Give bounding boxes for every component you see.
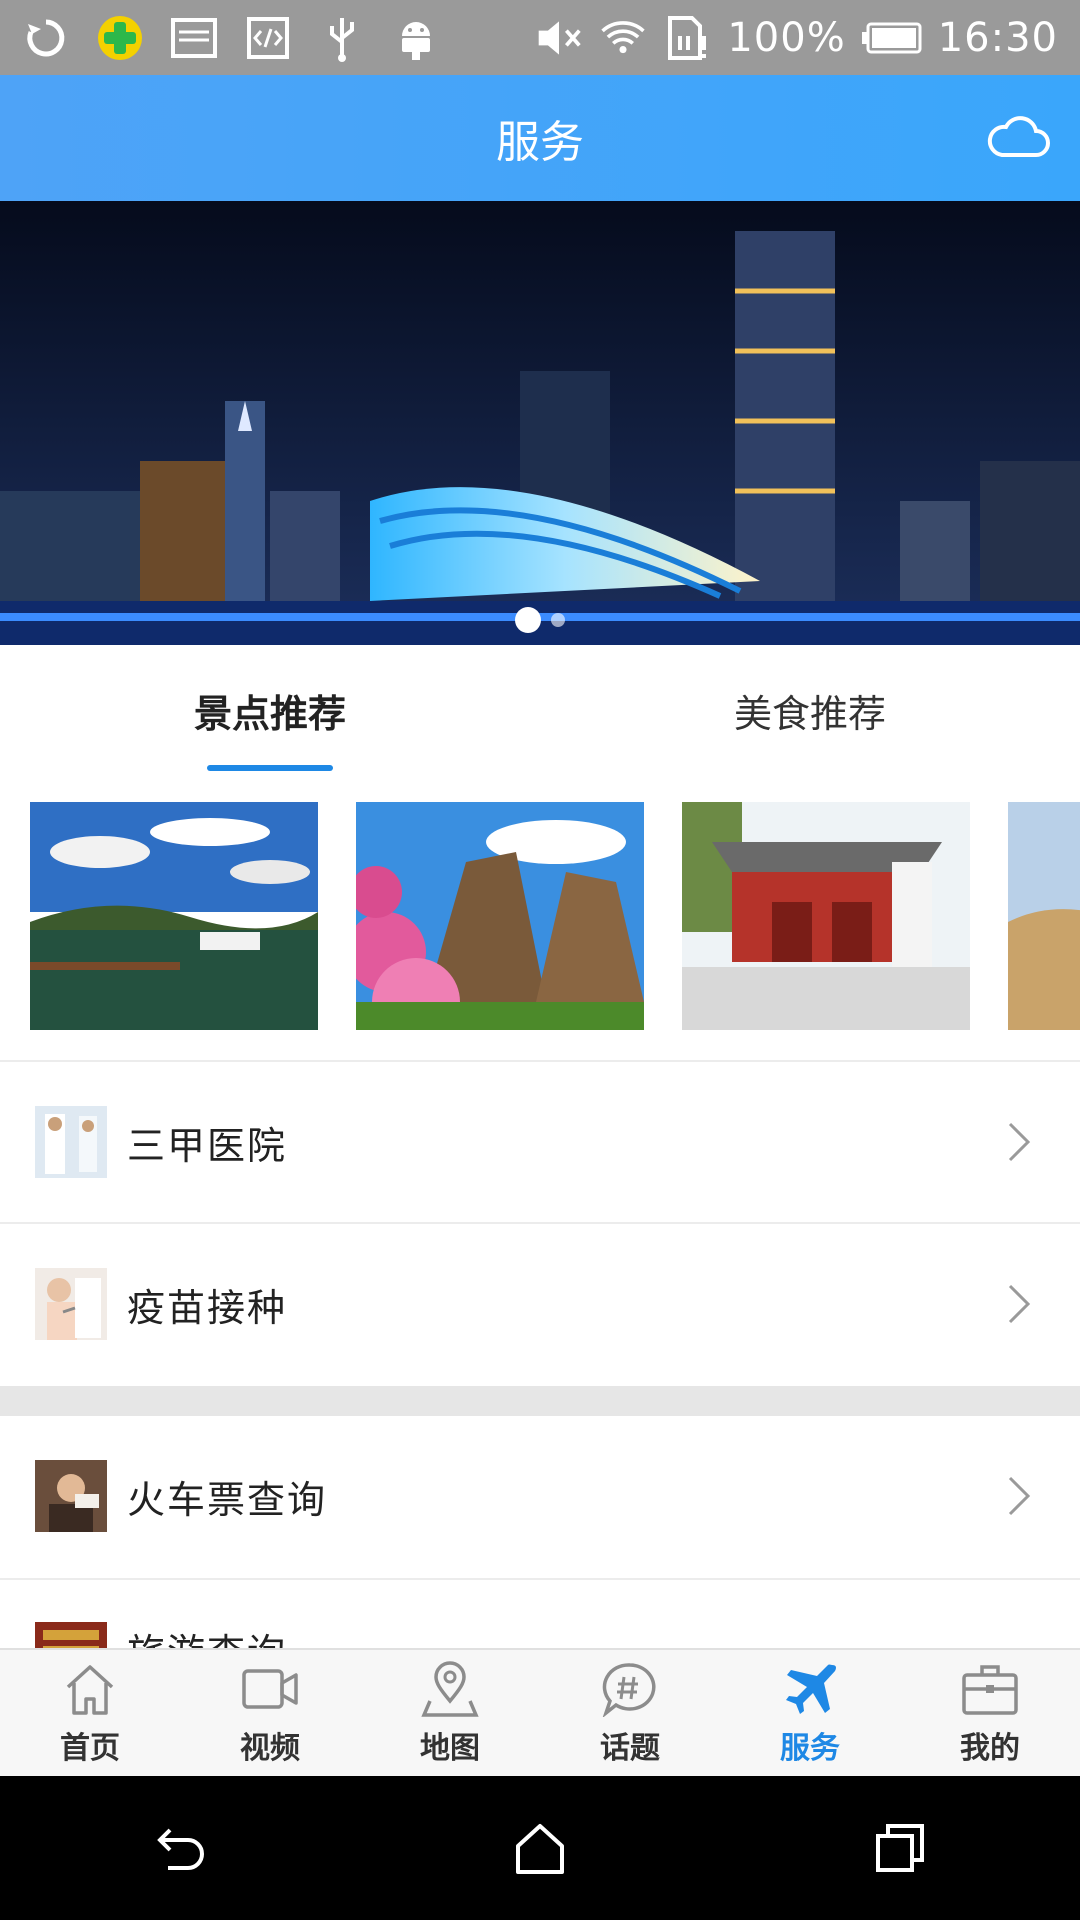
header-bar: 服务 (0, 75, 1080, 201)
cloud-icon[interactable] (986, 113, 1050, 161)
home-system-icon[interactable] (510, 1818, 570, 1878)
nav-label: 我的 (960, 1731, 1020, 1766)
list-item-train-ticket[interactable]: 火车票查询 (0, 1416, 1080, 1576)
carousel-dot-active[interactable] (515, 607, 541, 633)
chevron-right-icon (1008, 1284, 1031, 1324)
back-icon[interactable] (150, 1818, 210, 1878)
list-item-travel[interactable]: 旅游查询 (0, 1580, 1080, 1648)
scenic-spot-carousel[interactable] (30, 802, 1080, 1030)
scenic-spot-card[interactable] (1008, 802, 1080, 1030)
status-bar: 100% 16:30 (0, 0, 1080, 75)
recent-apps-icon[interactable] (870, 1818, 930, 1878)
nav-label: 话题 (600, 1731, 660, 1766)
list-item-label: 疫苗接种 (127, 1285, 288, 1330)
sim-alert-icon (663, 14, 711, 62)
home-icon (66, 1665, 114, 1715)
airplane-icon (786, 1664, 836, 1714)
chevron-right-icon (1008, 1122, 1031, 1162)
section-separator (0, 1386, 1080, 1416)
battery-icon (861, 14, 922, 62)
nav-map[interactable]: 地图 (360, 1650, 540, 1778)
scenic-spot-card[interactable] (356, 802, 644, 1030)
system-nav-bar (0, 1776, 1080, 1920)
wifi-icon (599, 14, 647, 62)
temple-gate-photo (682, 802, 970, 1030)
travel-thumb (35, 1622, 107, 1648)
list-item-hospital[interactable]: 三甲医院 (0, 1062, 1080, 1222)
tab-label: 景点推荐 (193, 691, 346, 736)
carousel-dot[interactable] (551, 613, 565, 627)
android-icon (392, 14, 440, 62)
chevron-right-icon (1008, 1476, 1031, 1516)
list-item-label: 火车票查询 (127, 1477, 328, 1522)
code-icon (244, 14, 292, 62)
recommendation-tabs: 景点推荐 美食推荐 (0, 645, 1080, 775)
nav-home[interactable]: 首页 (0, 1650, 180, 1778)
nav-label: 服务 (780, 1731, 840, 1766)
nav-label: 首页 (60, 1731, 120, 1766)
tab-label: 美食推荐 (733, 691, 886, 736)
list-item-label: 旅游查询 (127, 1622, 287, 1648)
usb-icon (318, 14, 366, 62)
sync-icon (22, 14, 70, 62)
image-icon (170, 14, 218, 62)
nav-label: 视频 (240, 1731, 300, 1766)
carousel-indicator (0, 607, 1080, 633)
tab-food[interactable]: 美食推荐 (540, 645, 1080, 775)
hillside-photo (1008, 802, 1080, 1030)
hospital-thumb (35, 1106, 107, 1178)
security-app-icon (96, 14, 144, 62)
list-item-vaccine[interactable]: 疫苗接种 (0, 1224, 1080, 1384)
topic-hashtag-icon (602, 1663, 656, 1717)
nav-label: 地图 (420, 1731, 480, 1766)
lake-photo (30, 802, 318, 1030)
tab-active-indicator (207, 765, 333, 771)
map-pin-icon (421, 1661, 479, 1717)
banner-image (0, 201, 1080, 645)
mute-icon (535, 14, 583, 62)
status-bar-notifications (22, 14, 440, 62)
nav-mine[interactable]: 我的 (900, 1650, 1080, 1778)
video-icon (242, 1669, 298, 1709)
scenic-spot-card[interactable] (682, 802, 970, 1030)
nav-topic[interactable]: 话题 (540, 1650, 720, 1778)
bottom-nav: 首页 视频 地图 话题 服务 我的 (0, 1648, 1080, 1778)
nav-video[interactable]: 视频 (180, 1650, 360, 1778)
train-ticket-thumb (35, 1460, 107, 1532)
list-item-label: 三甲医院 (127, 1123, 288, 1168)
nav-service[interactable]: 服务 (720, 1650, 900, 1778)
vaccine-thumb (35, 1268, 107, 1340)
briefcase-icon (962, 1665, 1018, 1715)
clock: 16:30 (937, 14, 1058, 61)
tab-scenic-spots[interactable]: 景点推荐 (0, 645, 540, 775)
page-title: 服务 (496, 117, 584, 168)
status-bar-system: 100% 16:30 (535, 14, 1058, 62)
banner-carousel[interactable] (0, 201, 1080, 645)
battery-percent: 100% (727, 14, 846, 61)
scenic-spot-card[interactable] (30, 802, 318, 1030)
mountain-blossom-photo (356, 802, 644, 1030)
